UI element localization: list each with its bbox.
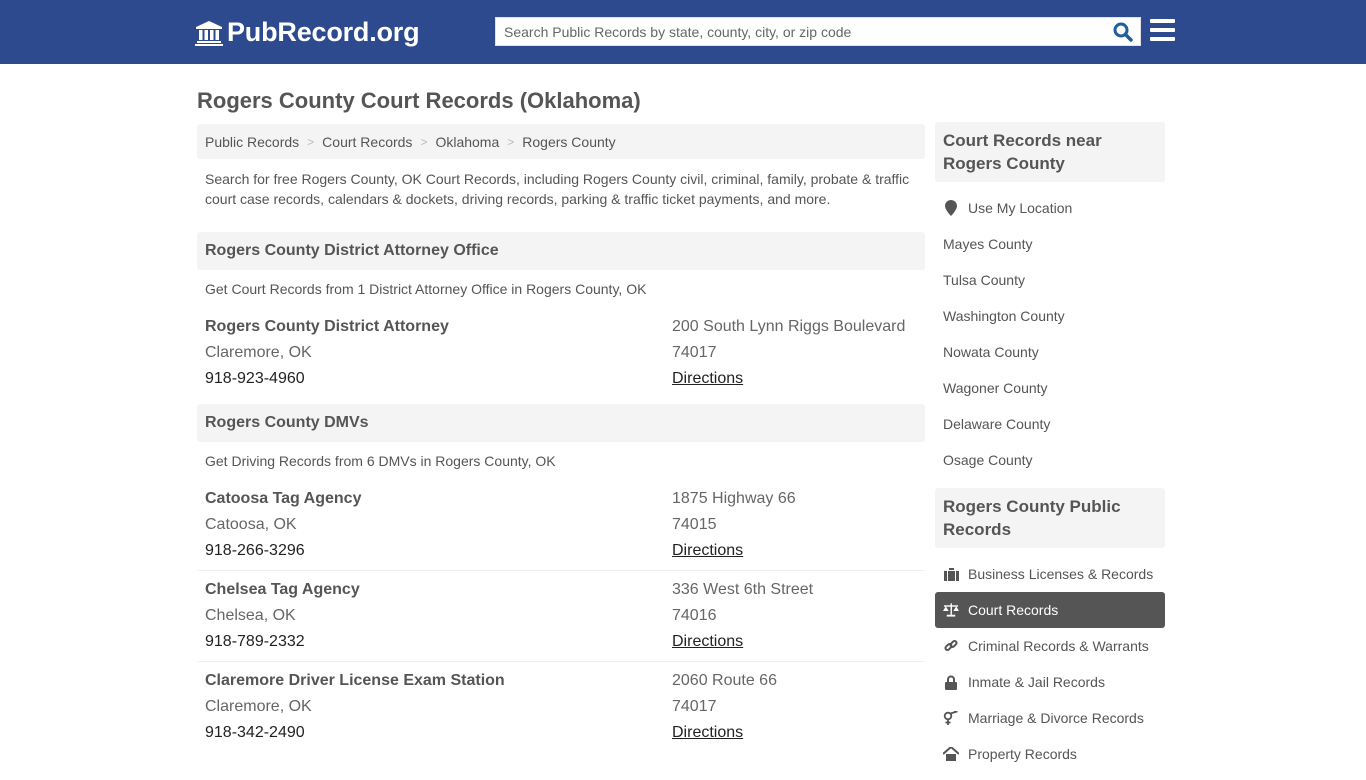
breadcrumb-separator: > bbox=[507, 134, 515, 149]
entry-phone: 918-266-3296 bbox=[205, 542, 305, 559]
list-item: Claremore Driver License Exam Station Cl… bbox=[197, 662, 925, 752]
entry-city: Claremore, OK bbox=[205, 344, 312, 361]
nearby-panel-title: Court Records near Rogers County bbox=[935, 122, 1165, 182]
public-records-panel-title: Rogers County Public Records bbox=[935, 488, 1165, 548]
chain-link-icon bbox=[943, 638, 959, 654]
entry-city: Claremore, OK bbox=[205, 698, 312, 715]
section-subtitle: Get Driving Records from 6 DMVs in Roger… bbox=[205, 453, 556, 469]
list-item: Rogers County District Attorney Claremor… bbox=[197, 308, 925, 402]
entry-name: Chelsea Tag Agency bbox=[205, 581, 360, 598]
hamburger-menu-button[interactable] bbox=[1150, 19, 1175, 41]
breadcrumb: Public Records > Court Records > Oklahom… bbox=[197, 124, 925, 159]
entry-phone: 918-789-2332 bbox=[205, 633, 305, 650]
list-item: Chelsea Tag Agency Chelsea, OK 918-789-2… bbox=[197, 571, 925, 662]
breadcrumb-separator: > bbox=[420, 134, 428, 149]
lock-icon bbox=[943, 674, 959, 690]
sidebar-item-label: Inmate & Jail Records bbox=[968, 674, 1105, 690]
use-my-location-label: Use My Location bbox=[968, 200, 1073, 216]
logo-text: PubRecord.org bbox=[227, 17, 420, 47]
briefcase-icon bbox=[943, 566, 959, 582]
breadcrumb-public-records[interactable]: Public Records bbox=[205, 134, 299, 150]
entry-address: 200 South Lynn Riggs Boulevard bbox=[672, 318, 906, 335]
main-content: Public Records > Court Records > Oklahom… bbox=[197, 124, 925, 752]
use-my-location-button[interactable]: Use My Location bbox=[935, 190, 1165, 226]
intro-text: Search for free Rogers County, OK Court … bbox=[205, 171, 910, 207]
entry-name: Catoosa Tag Agency bbox=[205, 490, 362, 507]
entry-zip: 74016 bbox=[672, 607, 717, 624]
directions-link[interactable]: Directions bbox=[672, 542, 743, 559]
section-subtitle: Get Court Records from 1 District Attorn… bbox=[205, 281, 647, 297]
entry-address: 1875 Highway 66 bbox=[672, 490, 796, 507]
menu-bar bbox=[1150, 37, 1175, 41]
breadcrumb-oklahoma[interactable]: Oklahoma bbox=[435, 134, 499, 150]
nearby-county-link[interactable]: Tulsa County bbox=[935, 262, 1165, 298]
nearby-county-link[interactable]: Wagoner County bbox=[935, 370, 1165, 406]
map-marker-icon bbox=[943, 200, 959, 216]
site-header: PubRecord.org bbox=[0, 0, 1366, 64]
entry-zip: 74017 bbox=[672, 344, 717, 361]
entry-address: 336 West 6th Street bbox=[672, 581, 814, 598]
directions-link[interactable]: Directions bbox=[672, 724, 743, 741]
entry-zip: 74017 bbox=[672, 698, 717, 715]
sidebar-item-business-licenses[interactable]: Business Licenses & Records bbox=[935, 556, 1165, 592]
menu-bar bbox=[1150, 19, 1175, 23]
sidebar-item-inmate-records[interactable]: Inmate & Jail Records bbox=[935, 664, 1165, 700]
search-button[interactable] bbox=[1106, 18, 1140, 45]
entry-address: 2060 Route 66 bbox=[672, 672, 777, 689]
nearby-county-link[interactable]: Delaware County bbox=[935, 406, 1165, 442]
section-header: Rogers County DMVs bbox=[197, 404, 925, 442]
breadcrumb-court-records[interactable]: Court Records bbox=[322, 134, 412, 150]
sidebar-item-label: Marriage & Divorce Records bbox=[968, 710, 1144, 726]
sidebar-item-marriage-records[interactable]: Marriage & Divorce Records bbox=[935, 700, 1165, 736]
sidebar-item-label: Court Records bbox=[968, 602, 1059, 618]
menu-bar bbox=[1150, 28, 1175, 32]
directions-link[interactable]: Directions bbox=[672, 370, 743, 387]
directions-link[interactable]: Directions bbox=[672, 633, 743, 650]
scales-icon bbox=[943, 602, 959, 618]
entry-city: Chelsea, OK bbox=[205, 607, 296, 624]
sidebar-item-label: Property Records bbox=[968, 746, 1077, 762]
nearby-county-link[interactable]: Osage County bbox=[935, 442, 1165, 478]
section-header: Rogers County District Attorney Office bbox=[197, 232, 925, 270]
entry-city: Catoosa, OK bbox=[205, 516, 297, 533]
section-district-attorney: Rogers County District Attorney Office G… bbox=[197, 232, 925, 402]
sidebar-item-label: Business Licenses & Records bbox=[968, 566, 1154, 582]
entry-name: Rogers County District Attorney bbox=[205, 318, 449, 335]
sidebar-item-label: Criminal Records & Warrants bbox=[968, 638, 1149, 654]
section-dmvs: Rogers County DMVs Get Driving Records f… bbox=[197, 404, 925, 752]
entry-zip: 74015 bbox=[672, 516, 717, 533]
sidebar-item-court-records[interactable]: Court Records bbox=[935, 592, 1165, 628]
search-icon bbox=[1113, 22, 1133, 42]
entry-name: Claremore Driver License Exam Station bbox=[205, 672, 505, 689]
site-logo[interactable]: PubRecord.org bbox=[195, 17, 420, 48]
page-title: Rogers County Court Records (Oklahoma) bbox=[197, 88, 641, 113]
nearby-county-link[interactable]: Washington County bbox=[935, 298, 1165, 334]
courthouse-icon bbox=[195, 20, 223, 46]
nearby-list: Use My Location Mayes County Tulsa Count… bbox=[935, 182, 1165, 486]
search-input[interactable] bbox=[496, 18, 1106, 45]
search-bar bbox=[495, 17, 1141, 46]
entry-phone: 918-342-2490 bbox=[205, 724, 305, 741]
public-records-list: Business Licenses & Records Court Record… bbox=[935, 548, 1165, 780]
house-icon bbox=[943, 746, 959, 762]
nearby-county-link[interactable]: Mayes County bbox=[935, 226, 1165, 262]
gender-icon bbox=[943, 710, 959, 726]
breadcrumb-rogers-county[interactable]: Rogers County bbox=[522, 134, 615, 150]
entry-phone: 918-923-4960 bbox=[205, 370, 305, 387]
nearby-county-link[interactable]: Nowata County bbox=[935, 334, 1165, 370]
breadcrumb-separator: > bbox=[307, 134, 315, 149]
sidebar-item-property-records[interactable]: Property Records bbox=[935, 736, 1165, 772]
sidebar: Court Records near Rogers County Use My … bbox=[935, 122, 1165, 780]
sidebar-item-criminal-records[interactable]: Criminal Records & Warrants bbox=[935, 628, 1165, 664]
list-item: Catoosa Tag Agency Catoosa, OK 918-266-3… bbox=[197, 480, 925, 571]
